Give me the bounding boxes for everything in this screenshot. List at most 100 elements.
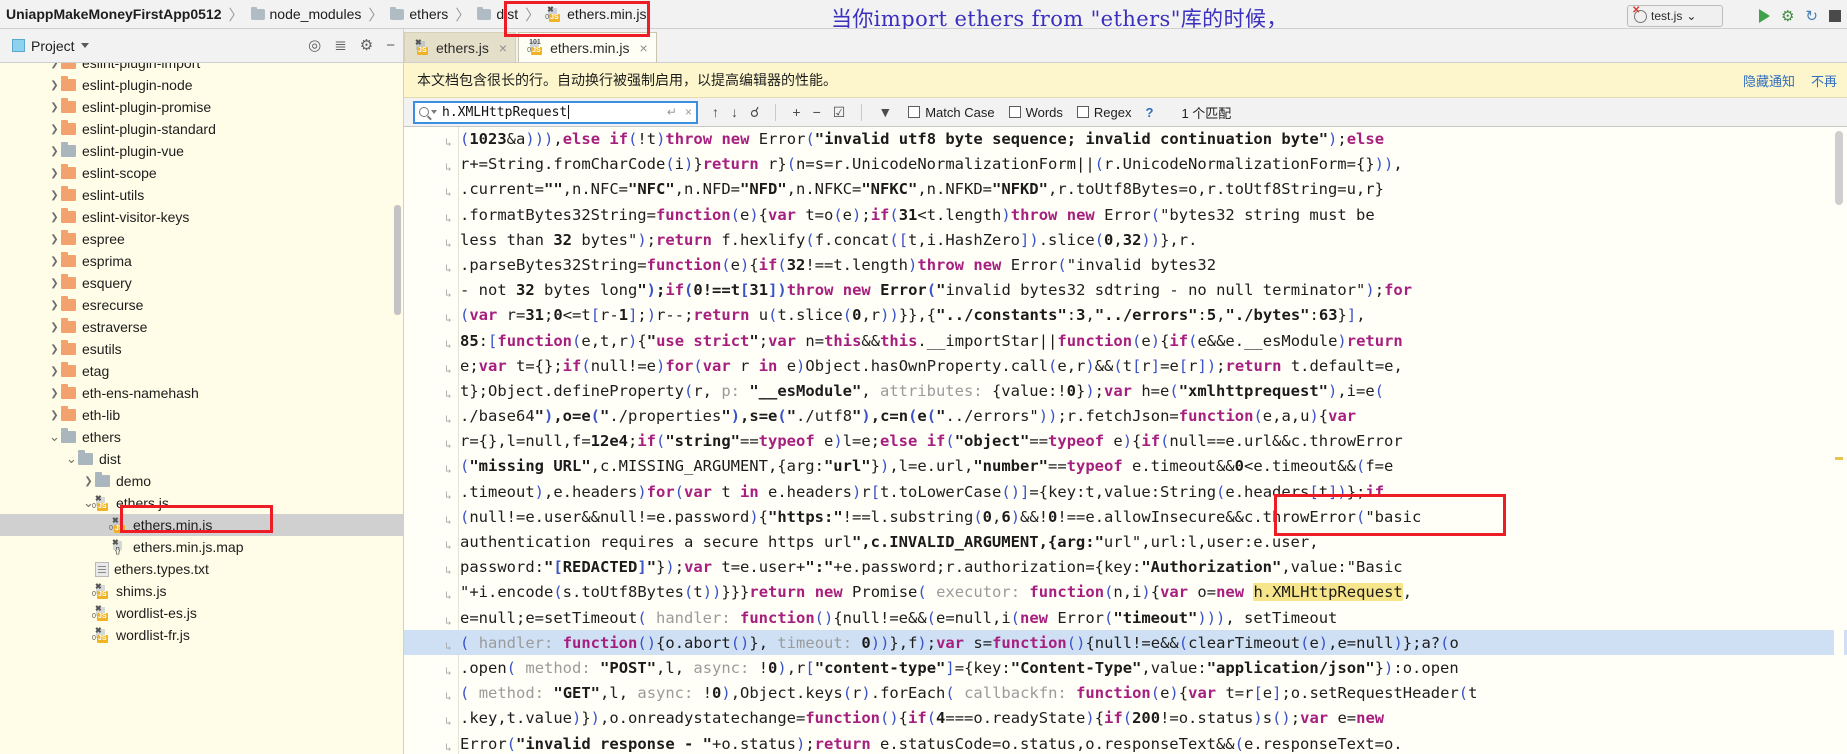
tree-item-esprima[interactable]: ❯ esprima: [0, 250, 403, 272]
chevron-right-icon[interactable]: ❯: [48, 410, 61, 421]
close-icon[interactable]: ×: [499, 40, 507, 56]
search-input[interactable]: h.XMLHttpRequest ↵ ×: [413, 100, 698, 124]
breadcrumb-item-node_modules[interactable]: node_modules: [250, 6, 361, 22]
find-previous-icon[interactable]: ↑: [712, 105, 719, 119]
tree-item-estraverse[interactable]: ❯ estraverse: [0, 316, 403, 338]
run-icon[interactable]: [1758, 9, 1770, 23]
tree-item-eslint-plugin-vue[interactable]: ❯ eslint-plugin-vue: [0, 140, 403, 162]
tree-item-eslint-plugin-node[interactable]: ❯ eslint-plugin-node: [0, 74, 403, 96]
code-line[interactable]: ↳ .open( method: "POST",l, async: !0),r["…: [445, 656, 1829, 681]
chevron-right-icon[interactable]: ❯: [48, 190, 61, 201]
tree-item-esquery[interactable]: ❯ esquery: [0, 272, 403, 294]
code-line[interactable]: ↳ (var r=31;0<=t[r-1];)r--;return u(t.sli…: [445, 303, 1829, 328]
tree-item-eslint-visitor-keys[interactable]: ❯ eslint-visitor-keys: [0, 206, 403, 228]
gear-icon[interactable]: ⚙: [360, 38, 373, 53]
notification-hide-link[interactable]: 隐藏通知: [1743, 71, 1795, 90]
code-line[interactable]: ↳ less than 32 bytes");return f.hexlify(f…: [445, 228, 1829, 253]
chevron-down-icon[interactable]: [431, 110, 437, 114]
code-line[interactable]: ↳ e=null;e=setTimeout( handler: function(…: [445, 606, 1829, 631]
project-panel-title[interactable]: Project: [12, 38, 89, 54]
tree-item-ethers-types-txt[interactable]: ethers.types.txt: [0, 558, 403, 580]
tree-item-ethers-min-js-map[interactable]: ✖{} ethers.min.js.map: [0, 536, 403, 558]
code-line[interactable]: ↳ .key,t.value)}),o.onreadystatechange=fu…: [445, 706, 1829, 731]
find-next-icon[interactable]: ↓: [731, 105, 738, 119]
tree-item-esutils[interactable]: ❯ esutils: [0, 338, 403, 360]
close-icon[interactable]: ×: [639, 40, 647, 56]
tree-item-eslint-plugin-promise[interactable]: ❯ eslint-plugin-promise: [0, 96, 403, 118]
run-configuration-selector[interactable]: test.js ⌄: [1627, 5, 1723, 27]
chevron-right-icon[interactable]: ❯: [48, 366, 61, 377]
chevron-down-icon[interactable]: ⌄: [48, 429, 61, 445]
code-line[interactable]: ↳ .parseBytes32String=function(e){if(32!=…: [445, 253, 1829, 278]
select-all-lines-icon[interactable]: ☑: [833, 105, 846, 119]
option-regex[interactable]: Regex: [1076, 105, 1131, 120]
chevron-right-icon[interactable]: ❯: [48, 256, 61, 267]
tree-item-espree[interactable]: ❯ espree: [0, 228, 403, 250]
filter-icon[interactable]: ▼: [878, 105, 892, 119]
code-line[interactable]: ↳ (null!=e.user&&null!=e.password){"https…: [445, 505, 1829, 530]
code-line[interactable]: ↳ Error("invalid response - "+o.status);r…: [445, 732, 1829, 754]
code-line[interactable]: ↳ .current="",n.NFC="NFC",n.NFD="NFD",n.N…: [445, 177, 1829, 202]
code-line[interactable]: ↳ e;var t={};if(null!=e)for(var r in e)Ob…: [445, 354, 1829, 379]
chevron-right-icon[interactable]: ❯: [48, 234, 61, 245]
tree-item-ethers-min-js[interactable]: ✖ 0 JS ethers.min.js: [0, 514, 403, 536]
code-line[interactable]: ↳ .timeout),e.headers)for(var t in e.head…: [445, 480, 1829, 505]
code-line[interactable]: ↳ .formatBytes32String=function(e){var t=…: [445, 203, 1829, 228]
debug-icon[interactable]: ⚙: [1781, 7, 1794, 25]
editor-scrollbar[interactable]: [1834, 127, 1844, 754]
tree-item-dist[interactable]: ⌄ dist: [0, 448, 403, 470]
code-line[interactable]: ↳ password:"[REDACTED]"});var t=e.user+":…: [445, 555, 1829, 580]
chevron-right-icon[interactable]: ❯: [48, 388, 61, 399]
rerun-icon[interactable]: ↻: [1805, 7, 1818, 25]
tree-item-demo[interactable]: ❯ demo: [0, 470, 403, 492]
breadcrumb-item-dist[interactable]: dist: [477, 6, 518, 22]
chevron-right-icon[interactable]: ❯: [82, 476, 95, 487]
code-editor[interactable]: ↳ (1023&a))),else if(!t)throw new Error("…: [404, 127, 1847, 754]
code-line[interactable]: ↳ 85:[function(e,t,r){"use strict";var n=…: [445, 329, 1829, 354]
chevron-right-icon[interactable]: ❯: [48, 278, 61, 289]
notification-dont-show-link[interactable]: 不再: [1811, 71, 1837, 90]
tree-item-shims-js[interactable]: ✖ 0 JS shims.js: [0, 580, 403, 602]
collapse-all-icon[interactable]: ≣: [334, 38, 347, 53]
chevron-right-icon[interactable]: ❯: [48, 80, 61, 91]
add-occurrence-icon[interactable]: +: [792, 105, 800, 119]
checkbox[interactable]: [908, 106, 921, 118]
enter-icon[interactable]: ↵: [667, 105, 677, 119]
code-content[interactable]: ↳ (1023&a))),else if(!t)throw new Error("…: [445, 127, 1829, 754]
scrollbar-thumb[interactable]: [1835, 131, 1843, 205]
select-all-occurrences-icon[interactable]: ☌: [750, 105, 759, 119]
code-line[interactable]: ↳ "+i.encode(s.toUtf8Bytes(t))}}}return n…: [445, 580, 1829, 605]
chevron-right-icon[interactable]: ❯: [48, 322, 61, 333]
clear-icon[interactable]: ×: [685, 105, 692, 119]
chevron-right-icon[interactable]: ❯: [48, 124, 61, 135]
stop-icon[interactable]: [1829, 10, 1841, 22]
help-icon[interactable]: ?: [1145, 105, 1153, 120]
option-match-case[interactable]: Match Case: [908, 105, 995, 120]
code-line[interactable]: ↳ authentication requires a secure https …: [445, 530, 1829, 555]
chevron-right-icon[interactable]: ❯: [48, 146, 61, 157]
minimize-icon[interactable]: −: [386, 38, 395, 53]
code-line[interactable]: ↳ ("missing URL",c.MISSING_ARGUMENT,{arg:…: [445, 454, 1829, 479]
crosshair-icon[interactable]: ◎: [308, 38, 321, 53]
tree-item-eslint-scope[interactable]: ❯ eslint-scope: [0, 162, 403, 184]
code-line[interactable]: ↳ r={},l=null,f=12e4;if("string"==typeof …: [445, 429, 1829, 454]
tab-ethers-min-js[interactable]: 101 0 JS ethers.min.js ×: [518, 32, 657, 62]
code-line[interactable]: ↳ t};Object.defineProperty(r, p: "__esMod…: [445, 379, 1829, 404]
tree-item-wordlist-es-js[interactable]: ✖ 0 JS wordlist-es.js: [0, 602, 403, 624]
tree-item-ethers[interactable]: ⌄ ethers: [0, 426, 403, 448]
code-line[interactable]: ↳ - not 32 bytes long");if(0!==t[31])thro…: [445, 278, 1829, 303]
chevron-right-icon[interactable]: ❯: [48, 102, 61, 113]
tree-item-eslint-plugin-standard[interactable]: ❯ eslint-plugin-standard: [0, 118, 403, 140]
tree-item-etag[interactable]: ❯ etag: [0, 360, 403, 382]
tree-item-ethers-js[interactable]: ⌄ ✖ 0 JS ethers.js: [0, 492, 403, 514]
remove-occurrence-icon[interactable]: −: [813, 105, 821, 119]
chevron-right-icon[interactable]: ❯: [48, 168, 61, 179]
breadcrumb-item-ethers[interactable]: ethers: [390, 6, 448, 22]
tree-item-eth-ens-namehash[interactable]: ❯ eth-ens-namehash: [0, 382, 403, 404]
breadcrumb-item-file[interactable]: ✖ 0 JS ethers.min.js: [545, 5, 646, 22]
project-tree[interactable]: ❯ eslint-plugin-import ❯ eslint-plugin-node…: [0, 63, 404, 754]
tree-scrollbar[interactable]: [394, 205, 401, 315]
tree-item-eth-lib[interactable]: ❯ eth-lib: [0, 404, 403, 426]
checkbox[interactable]: [1008, 106, 1021, 118]
chevron-right-icon[interactable]: ❯: [48, 300, 61, 311]
